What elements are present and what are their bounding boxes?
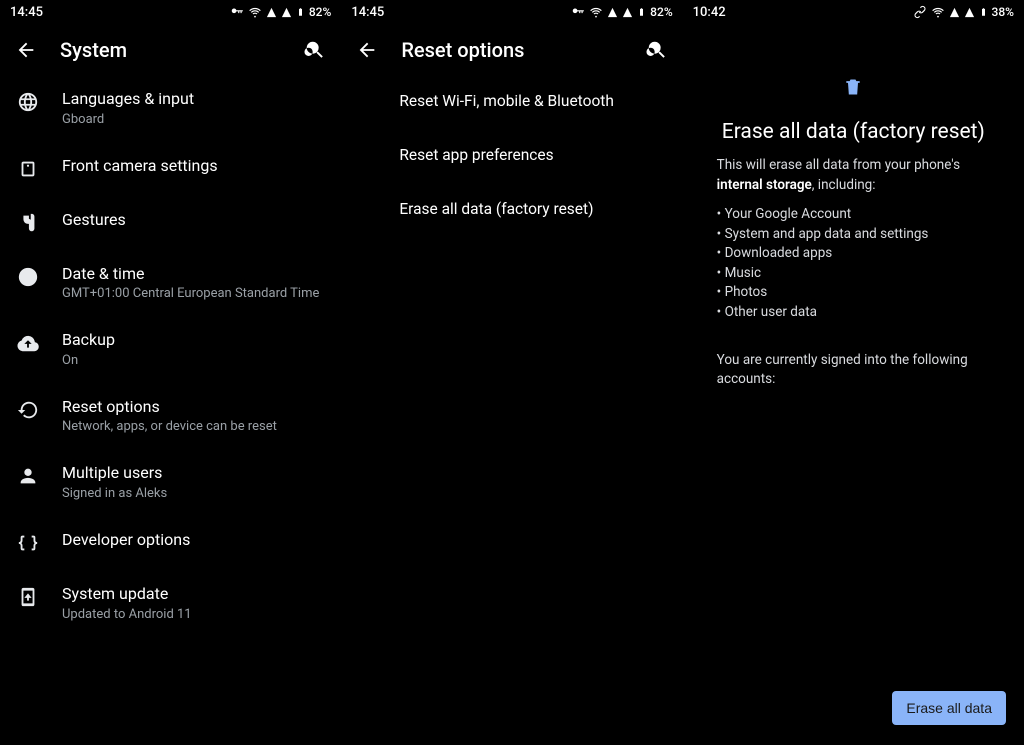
- item-front-camera[interactable]: Front camera settings: [0, 141, 341, 195]
- battery-text: 82%: [309, 5, 331, 19]
- search-button[interactable]: [645, 38, 669, 62]
- signal-icon: [266, 7, 277, 18]
- search-button[interactable]: [303, 38, 327, 62]
- erase-title: Erase all data (factory reset): [722, 120, 985, 144]
- erase-content: Erase all data (factory reset) This will…: [683, 24, 1024, 390]
- page-title: Reset options: [401, 38, 622, 62]
- item-sub: Network, apps, or device can be reset: [62, 419, 277, 434]
- back-icon: [356, 39, 378, 61]
- app-bar: System: [0, 24, 341, 74]
- wifi-icon: [931, 5, 945, 19]
- page-title: System: [60, 38, 281, 62]
- item-backup[interactable]: Backup On: [0, 315, 341, 382]
- status-time: 14:45: [351, 5, 384, 20]
- gestures-icon: [16, 211, 40, 235]
- front-camera-icon: [16, 157, 40, 181]
- item-sub: Signed in as Aleks: [62, 486, 167, 501]
- screen-reset-options: 14:45 82% Reset options Reset Wi-Fi, mob…: [341, 0, 682, 745]
- item-gestures[interactable]: Gestures: [0, 195, 341, 249]
- item-title: Languages & input: [62, 88, 194, 110]
- item-title: Gestures: [62, 209, 126, 231]
- reset-wifi-mobile-bluetooth[interactable]: Reset Wi-Fi, mobile & Bluetooth: [341, 74, 682, 128]
- item-title: System update: [62, 583, 192, 605]
- item-developer-options[interactable]: Developer options: [0, 515, 341, 569]
- signal-icon: [622, 7, 633, 18]
- signal-icon: [949, 7, 960, 18]
- bullet: Photos: [717, 283, 990, 303]
- battery-icon: [637, 5, 646, 19]
- status-bar: 14:45 82%: [0, 0, 341, 24]
- status-icons: 38%: [913, 5, 1014, 19]
- item-title: Reset options: [62, 396, 277, 418]
- erase-lead2: , including:: [812, 177, 876, 193]
- reset-icon: [16, 398, 40, 422]
- erase-lead1: This will erase all data from your phone…: [717, 157, 960, 173]
- battery-text: 82%: [650, 5, 672, 19]
- settings-list: Languages & input Gboard Front camera se…: [0, 74, 341, 745]
- search-icon: [646, 39, 668, 61]
- bullet: Downloaded apps: [717, 244, 990, 264]
- back-button[interactable]: [14, 38, 38, 62]
- back-icon: [15, 39, 37, 61]
- item-sub: On: [62, 353, 115, 368]
- erase-all-data-button[interactable]: Erase all data: [892, 691, 1006, 725]
- cloud-upload-icon: [16, 331, 40, 355]
- status-time: 14:45: [10, 5, 43, 20]
- trash-icon: [843, 76, 863, 102]
- battery-icon: [979, 5, 988, 19]
- status-bar: 10:42 38%: [683, 0, 1024, 24]
- search-icon: [304, 39, 326, 61]
- item-title: Multiple users: [62, 462, 167, 484]
- key-icon: [230, 5, 244, 19]
- key-icon: [571, 5, 585, 19]
- back-button[interactable]: [355, 38, 379, 62]
- item-languages-input[interactable]: Languages & input Gboard: [0, 74, 341, 141]
- item-title: Backup: [62, 329, 115, 351]
- reset-list: Reset Wi-Fi, mobile & Bluetooth Reset ap…: [341, 74, 682, 745]
- item-date-time[interactable]: Date & time GMT+01:00 Central European S…: [0, 249, 341, 316]
- reset-app-preferences[interactable]: Reset app preferences: [341, 128, 682, 182]
- signal-icon: [281, 7, 292, 18]
- status-icons: 82%: [571, 5, 672, 19]
- wifi-icon: [589, 5, 603, 19]
- erase-description: This will erase all data from your phone…: [717, 156, 990, 323]
- item-reset-options[interactable]: Reset options Network, apps, or device c…: [0, 382, 341, 449]
- system-update-icon: [16, 585, 40, 609]
- status-bar: 14:45 82%: [341, 0, 682, 24]
- item-sub: Gboard: [62, 112, 194, 127]
- signal-icon: [607, 7, 618, 18]
- erase-accounts-line: You are currently signed into the follow…: [717, 351, 990, 390]
- erase-lead-strong: internal storage: [717, 177, 812, 193]
- item-title: Developer options: [62, 529, 190, 551]
- bottom-action-bar: Erase all data: [892, 691, 1006, 725]
- screen-erase-all-data: 10:42 38% Erase all data (factory reset)…: [683, 0, 1024, 745]
- bullet: System and app data and settings: [717, 225, 990, 245]
- battery-text: 38%: [992, 5, 1014, 19]
- status-icons: 82%: [230, 5, 331, 19]
- item-sub: Updated to Android 11: [62, 607, 192, 622]
- globe-icon: [16, 90, 40, 114]
- signal-icon: [964, 7, 975, 18]
- item-system-update[interactable]: System update Updated to Android 11: [0, 569, 341, 636]
- bullet: Other user data: [717, 303, 990, 323]
- bullet: Your Google Account: [717, 205, 990, 225]
- braces-icon: [16, 531, 40, 555]
- status-time: 10:42: [693, 5, 726, 20]
- erase-all-data[interactable]: Erase all data (factory reset): [341, 182, 682, 236]
- link-icon: [913, 5, 927, 19]
- bullet: Music: [717, 264, 990, 284]
- app-bar: Reset options: [341, 24, 682, 74]
- item-title: Front camera settings: [62, 155, 218, 177]
- screen-system: 14:45 82% System Languages & input Gboar…: [0, 0, 341, 745]
- item-title: Date & time: [62, 263, 319, 285]
- erase-bullets: Your Google Account System and app data …: [717, 205, 990, 322]
- battery-icon: [296, 5, 305, 19]
- clock-icon: [16, 265, 40, 289]
- user-icon: [16, 464, 40, 488]
- item-sub: GMT+01:00 Central European Standard Time: [62, 286, 319, 301]
- item-multiple-users[interactable]: Multiple users Signed in as Aleks: [0, 448, 341, 515]
- wifi-icon: [248, 5, 262, 19]
